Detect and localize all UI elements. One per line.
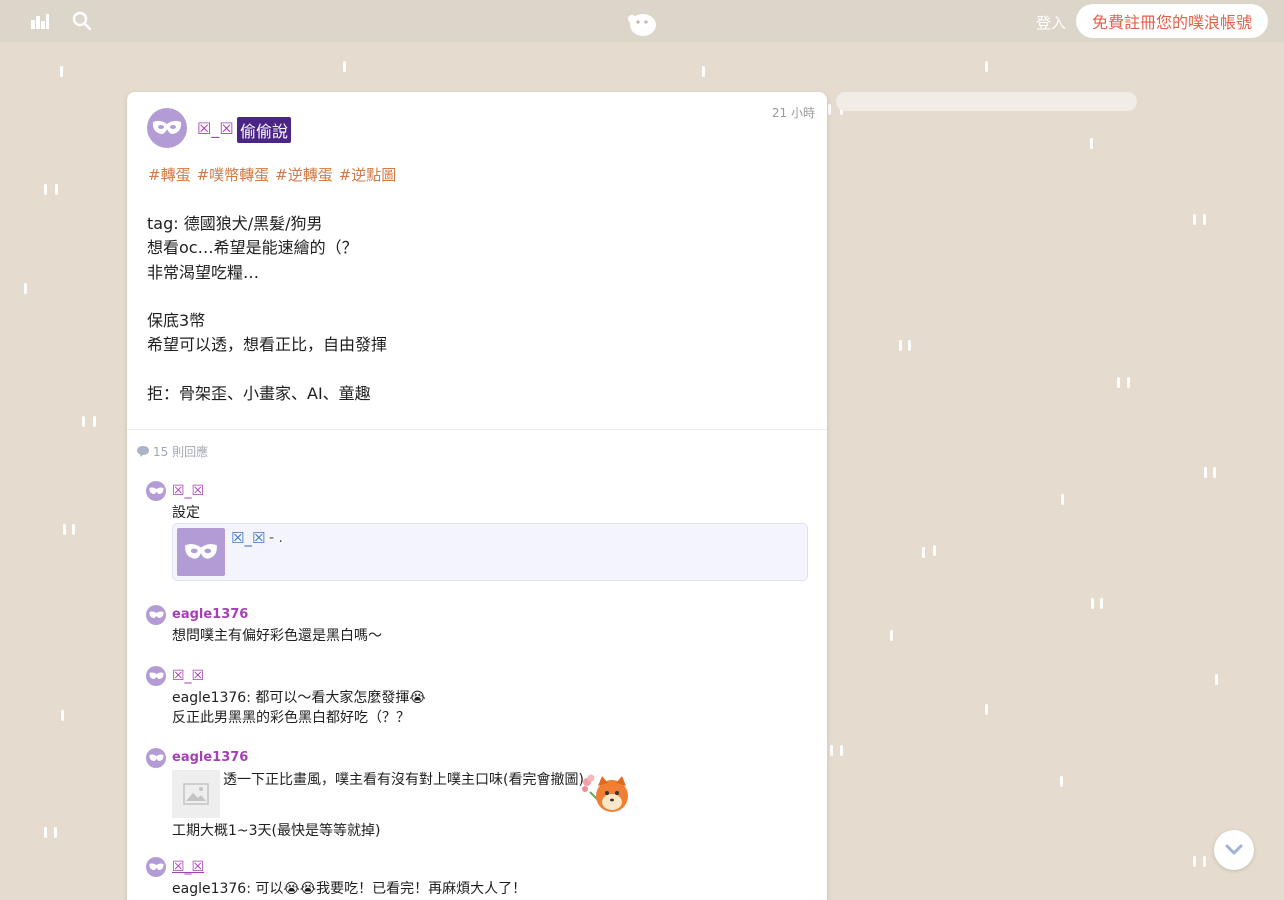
mask-icon <box>148 863 164 870</box>
explore-icon[interactable] <box>29 10 51 32</box>
post-timestamp: 21 小時 <box>771 106 815 120</box>
response-item: ☒_☒ 設定 ☒_☒ - . <box>146 481 808 586</box>
hashtag-link[interactable]: #逆轉蛋 <box>275 164 333 185</box>
reply-count-label: 15 則回應 <box>153 445 209 459</box>
avatar[interactable] <box>147 108 187 148</box>
preview-title[interactable]: ☒_☒ <box>231 529 265 547</box>
author-name[interactable]: ☒_☒ <box>197 119 234 138</box>
mask-icon <box>148 487 164 494</box>
mask-icon <box>148 754 164 761</box>
divider <box>127 429 827 430</box>
hashtag-link[interactable]: #噗幣轉蛋 <box>197 164 270 185</box>
response-author[interactable]: eagle1376 <box>172 607 248 622</box>
avatar[interactable] <box>146 481 166 501</box>
link-preview-card[interactable]: ☒_☒ - . <box>172 523 808 581</box>
chevron-down-icon <box>1225 844 1243 855</box>
signup-button[interactable]: 免費註冊您的噗浪帳號 <box>1076 4 1268 38</box>
post-line <box>147 285 787 309</box>
response-author[interactable]: eagle1376 <box>172 750 248 765</box>
hashtag-list: #轉蛋 #噗幣轉蛋 #逆轉蛋 #逆點圖 <box>148 164 396 185</box>
mask-icon <box>148 611 164 618</box>
post-line: tag: 德國狼犬/黑髮/狗男 <box>147 214 323 233</box>
reply-count[interactable]: 15 則回應 <box>137 443 208 460</box>
avatar[interactable] <box>146 666 166 686</box>
post-line: 非常渴望吃糧… <box>147 262 260 282</box>
response-author[interactable]: ☒_☒ <box>172 483 204 499</box>
post-line: 想看oc…希望是能速繪的（？ <box>147 238 358 258</box>
plurk-logo-icon[interactable] <box>626 11 658 37</box>
login-link[interactable]: 登入 <box>1036 12 1066 33</box>
hashtag-link[interactable]: #轉蛋 <box>148 164 191 185</box>
emoticon-sticker-icon <box>580 770 636 818</box>
post-line: 拒：骨架歪、小畫家、AI、童趣 <box>147 384 371 404</box>
post-line: 希望可以透，想看正比，自由發揮 <box>147 335 388 355</box>
response-text: eagle1376: 都可以～看大家怎麼發揮😭 <box>172 690 426 706</box>
response-text: 設定 <box>172 505 200 521</box>
preview-avatar <box>177 528 225 576</box>
image-thumbnail[interactable] <box>172 770 220 818</box>
mask-icon <box>185 543 217 559</box>
search-icon[interactable] <box>71 10 93 32</box>
scroll-down-button[interactable] <box>1214 830 1254 870</box>
anonymous-badge: 偷偷說 <box>237 117 292 143</box>
mask-icon <box>148 672 164 679</box>
image-placeholder-icon <box>183 783 209 805</box>
response-text: 想問噗主有偏好彩色還是黑白嗎～ <box>172 628 382 644</box>
response-text: 反正此男黑黑的彩色黑白都好吃（？？ <box>172 710 410 726</box>
mask-icon <box>152 120 182 134</box>
response-text: 工期大概1~3天(最快是等等就掉) <box>172 823 381 839</box>
response-text: eagle1376: 可以😭😭我要吃！已看完！再麻煩大人了！ <box>172 881 527 897</box>
response-item: eagle1376 想問噗主有偏好彩色還是黑白嗎～ <box>146 605 806 649</box>
response-item: ☒_☒ eagle1376: 都可以～看大家怎麼發揮😭 反正此男黑黑的彩色黑白都… <box>146 666 806 730</box>
post-content: tag: 德國狼犬/黑髮/狗男 想看oc…希望是能速繪的（？ 非常渴望吃糧… 保… <box>147 212 787 406</box>
sidebar-placeholder <box>836 92 1137 111</box>
avatar[interactable] <box>146 605 166 625</box>
top-navigation-bar: 登入 免費註冊您的噗浪帳號 <box>0 0 1284 42</box>
comment-icon <box>137 446 149 457</box>
post-line: 保底3幣 <box>147 311 206 331</box>
response-author[interactable]: ☒_☒ <box>172 859 204 875</box>
preview-description: - . <box>269 530 283 546</box>
response-author[interactable]: ☒_☒ <box>172 668 204 684</box>
response-item: ☒_☒ eagle1376: 可以😭😭我要吃！已看完！再麻煩大人了！ <box>146 857 806 900</box>
post-line <box>147 358 787 382</box>
response-item: eagle1376 透一下正比畫風，噗主看有沒有對上噗主口味(看完會撤圖) 工期… <box>146 748 806 839</box>
plurk-card: ☒_☒ 偷偷說 21 小時 #轉蛋 #噗幣轉蛋 #逆轉蛋 #逆點圖 tag: 德… <box>127 92 827 900</box>
avatar[interactable] <box>146 748 166 768</box>
hashtag-link[interactable]: #逆點圖 <box>339 164 397 185</box>
avatar[interactable] <box>146 857 166 877</box>
response-text: 透一下正比畫風，噗主看有沒有對上噗主口味(看完會撤圖) <box>223 772 584 788</box>
